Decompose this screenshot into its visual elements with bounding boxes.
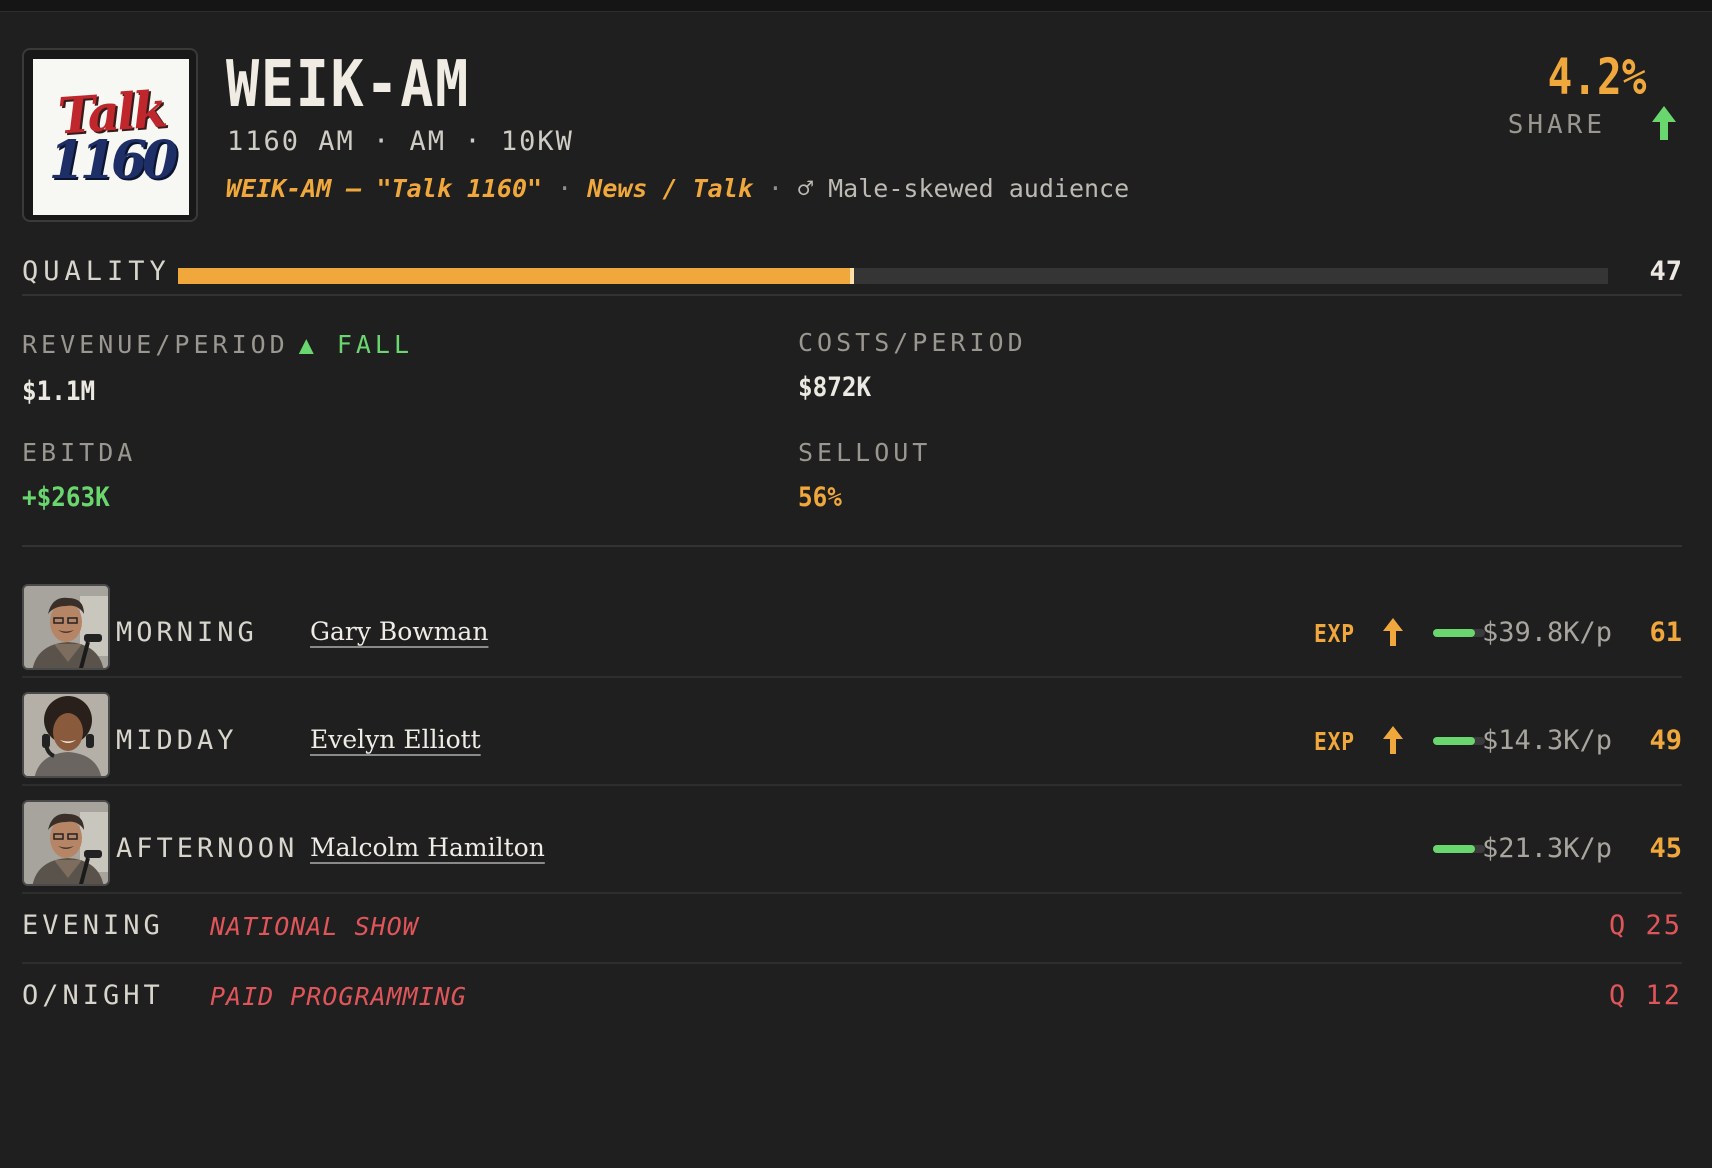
host-avatar[interactable] xyxy=(22,692,110,778)
shift-row-evening[interactable]: EVENING NATIONAL SHOW Q 25 xyxy=(22,894,1682,962)
separator-dot: · xyxy=(557,174,573,203)
shift-name: MORNING xyxy=(116,617,258,648)
share-value: 4.2% xyxy=(1547,48,1646,106)
separator-dot: · xyxy=(767,174,783,203)
share-label: SHARE xyxy=(1507,110,1606,140)
shift-row-midday[interactable]: MIDDAY Evelyn Elliott EXP $14.3K/p 49 xyxy=(22,691,1682,785)
host-salary: $39.8K/p xyxy=(1481,617,1612,648)
skill-bar-fill xyxy=(1433,845,1475,853)
host-name-link[interactable]: Gary Bowman xyxy=(310,617,488,646)
host-name-link[interactable]: Malcolm Hamilton xyxy=(310,833,545,862)
exp-label: EXP xyxy=(1314,619,1355,648)
station-call-sign: WEIK-AM xyxy=(226,48,470,122)
host-name-link[interactable]: Evelyn Elliott xyxy=(310,725,481,754)
row-divider xyxy=(22,784,1682,786)
host-avatar[interactable] xyxy=(22,800,110,886)
station-card: Talk 1160 WEIK-AM 1160 AM · AM · 10KW WE… xyxy=(22,12,1682,1152)
shift-row-overnight[interactable]: O/NIGHT PAID PROGRAMMING Q 12 xyxy=(22,964,1682,1032)
quality-bar xyxy=(178,268,1608,284)
exp-up-arrow-icon xyxy=(1383,726,1403,754)
shift-row-afternoon[interactable]: AFTERNOON Malcolm Hamilton $21.3K/p 45 xyxy=(22,799,1682,893)
host-avatar[interactable] xyxy=(22,584,110,670)
station-logo-image: Talk 1160 xyxy=(33,59,189,215)
skill-bar-fill xyxy=(1433,629,1475,637)
logo-text-talk: Talk xyxy=(55,78,167,146)
ebitda-value: +$263K xyxy=(22,482,110,513)
sellout-label: SELLOUT xyxy=(798,438,932,467)
audience-skew: ♂ Male-skewed audience xyxy=(798,174,1130,203)
share-up-arrow-icon xyxy=(1652,106,1676,140)
revenue-label: REVENUE/PERIOD ▲ FALL xyxy=(22,330,414,359)
skill-bar xyxy=(1433,629,1485,637)
quality-value: 47 xyxy=(1649,256,1682,287)
shift-name: MIDDAY xyxy=(116,725,238,756)
divider xyxy=(22,545,1682,547)
shift-name: EVENING xyxy=(22,910,164,941)
skill-bar-fill xyxy=(1433,737,1475,745)
station-description: WEIK-AM — "Talk 1160" · News / Talk · ♂ … xyxy=(226,174,1129,203)
exp-up-arrow-icon xyxy=(1383,618,1403,646)
programming-name: NATIONAL SHOW xyxy=(210,912,419,941)
sellout-value: 56% xyxy=(798,482,842,513)
top-border xyxy=(0,0,1712,12)
revenue-trend: ▲ FALL xyxy=(298,330,414,359)
host-salary: $21.3K/p xyxy=(1481,833,1612,864)
costs-value: $872K xyxy=(798,372,872,403)
shift-row-morning[interactable]: MORNING Gary Bowman EXP $39.8K/p 61 xyxy=(22,583,1682,677)
host-score: 49 xyxy=(1649,725,1682,756)
programming-name: PAID PROGRAMMING xyxy=(210,982,467,1011)
quality-bar-fill xyxy=(178,268,855,284)
host-score: 45 xyxy=(1649,833,1682,864)
programming-quality: Q 25 xyxy=(1608,910,1682,941)
costs-label: COSTS/PERIOD xyxy=(798,328,1027,357)
quality-label: QUALITY xyxy=(22,256,171,287)
revenue-value: $1.1M xyxy=(22,376,96,407)
shift-name: O/NIGHT xyxy=(22,980,164,1011)
host-salary: $14.3K/p xyxy=(1481,725,1612,756)
skill-bar xyxy=(1433,737,1485,745)
station-format: News / Talk xyxy=(587,174,753,203)
skill-bar xyxy=(1433,845,1485,853)
station-meta: 1160 AM · AM · 10KW xyxy=(227,126,574,157)
exp-label: EXP xyxy=(1314,727,1355,756)
divider xyxy=(22,294,1682,296)
host-score: 61 xyxy=(1649,617,1682,648)
programming-quality: Q 12 xyxy=(1608,980,1682,1011)
row-divider xyxy=(22,676,1682,678)
station-name: WEIK-AM — "Talk 1160" xyxy=(226,174,543,203)
station-logo[interactable]: Talk 1160 xyxy=(22,48,198,222)
shift-name: AFTERNOON xyxy=(116,833,299,864)
ebitda-label: EBITDA xyxy=(22,438,137,467)
